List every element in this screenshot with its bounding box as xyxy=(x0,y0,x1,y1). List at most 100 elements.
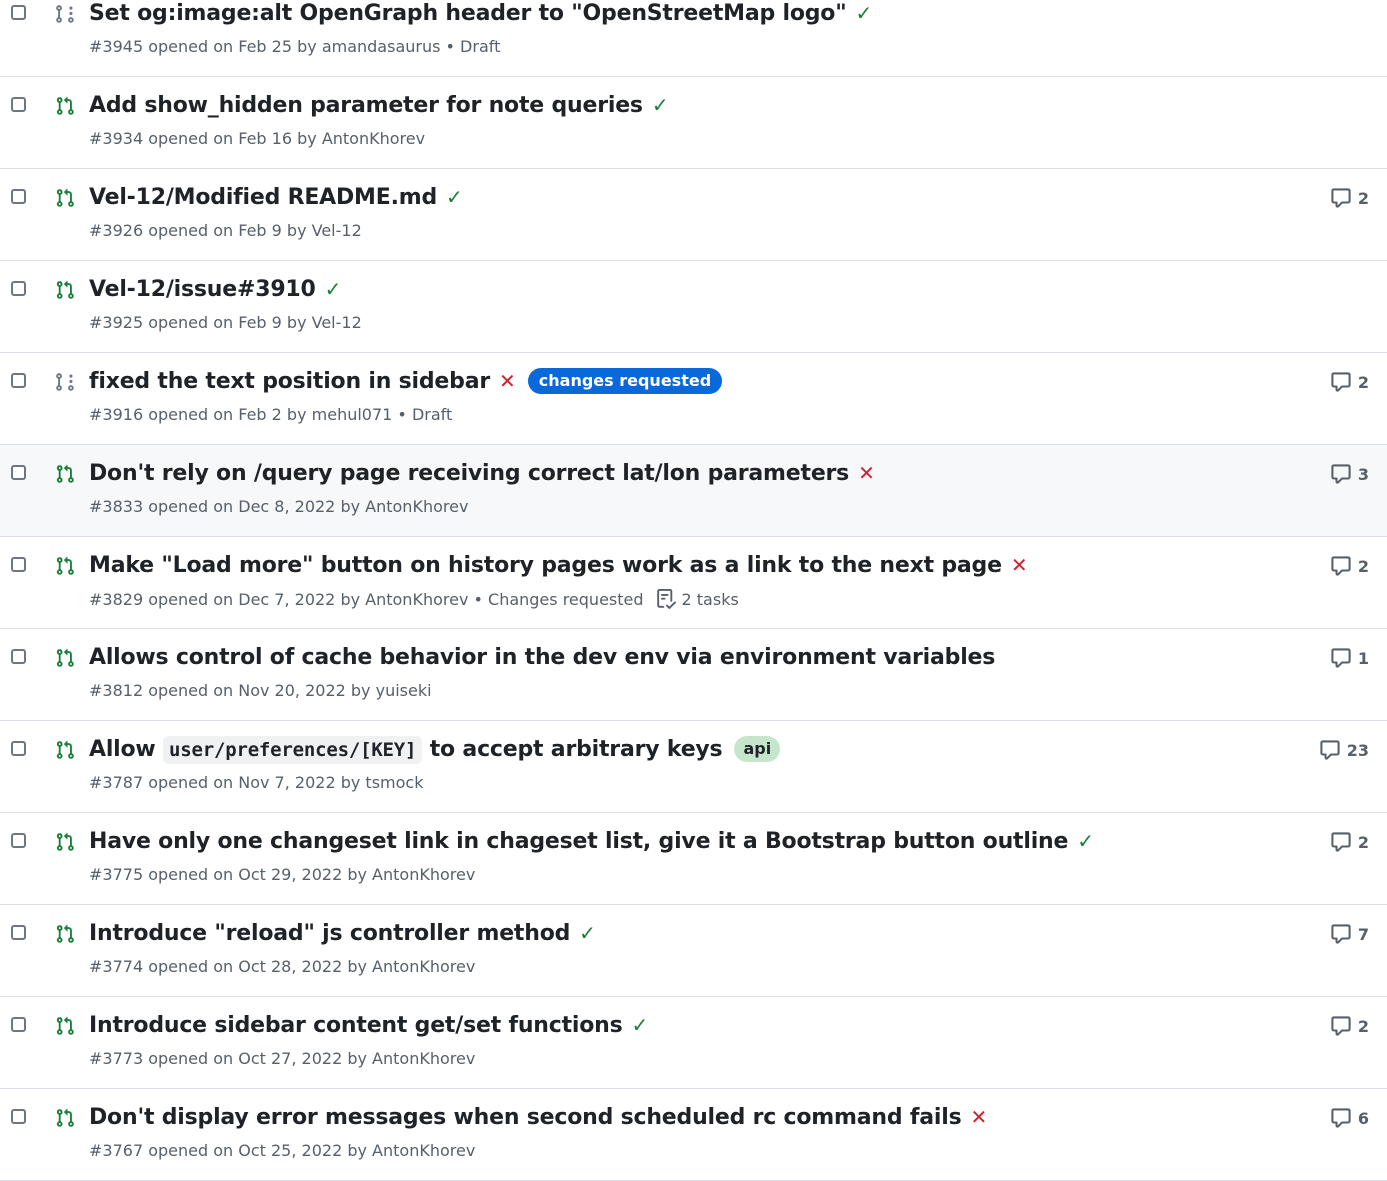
select-checkbox[interactable] xyxy=(11,741,26,756)
pr-meta: #3926 opened on Feb 9 by Vel-12 xyxy=(89,221,362,240)
pr-title-link[interactable]: Have only one changeset link in chageset… xyxy=(89,829,1068,854)
pr-meta-text: #3916 opened on Feb 2 by mehul071 • Draf… xyxy=(89,405,453,424)
comments-link[interactable]: 2 xyxy=(1330,1015,1369,1037)
title-text: Allow xyxy=(89,736,164,762)
check-failure-icon[interactable]: ✕ xyxy=(499,371,516,391)
pr-title-link[interactable]: Add show_hidden parameter for note queri… xyxy=(89,93,643,118)
select-checkbox[interactable] xyxy=(11,281,26,296)
pr-meta-text: #3787 opened on Nov 7, 2022 by tsmock xyxy=(89,773,424,792)
comment-icon xyxy=(1331,924,1351,944)
check-success-icon[interactable]: ✓ xyxy=(652,95,669,115)
pr-row[interactable]: Allow user/preferences/[KEY] to accept a… xyxy=(0,721,1387,813)
pr-row[interactable]: Don't display error messages when second… xyxy=(0,1089,1387,1181)
git-pull-request-icon xyxy=(56,96,74,115)
checklist-icon xyxy=(656,589,676,609)
pr-meta: #3767 opened on Oct 25, 2022 by AntonKho… xyxy=(89,1141,475,1160)
pr-meta: #3773 opened on Oct 27, 2022 by AntonKho… xyxy=(89,1049,475,1068)
check-success-icon[interactable]: ✓ xyxy=(855,3,872,23)
pr-meta-text: #3934 opened on Feb 16 by AntonKhorev xyxy=(89,129,426,148)
git-pull-request-icon xyxy=(56,1016,74,1035)
comments-link[interactable]: 23 xyxy=(1319,739,1369,761)
pr-meta-text: #3773 opened on Oct 27, 2022 by AntonKho… xyxy=(89,1049,476,1068)
pr-meta-text: #3767 opened on Oct 25, 2022 by AntonKho… xyxy=(89,1141,476,1160)
pr-title-link[interactable]: Allow user/preferences/[KEY] to accept a… xyxy=(89,735,723,764)
pr-row[interactable]: Make "Load more" button on history pages… xyxy=(0,537,1387,629)
label-api[interactable]: api xyxy=(734,736,781,762)
select-checkbox[interactable] xyxy=(11,97,26,112)
comment-count: 2 xyxy=(1357,1016,1369,1036)
comments-link[interactable]: 2 xyxy=(1330,831,1369,853)
pr-title-link[interactable]: Set og:image:alt OpenGraph header to "Op… xyxy=(89,1,847,26)
pr-meta: #3774 opened on Oct 28, 2022 by AntonKho… xyxy=(89,957,475,976)
pr-title-link[interactable]: Introduce "reload" js controller method xyxy=(89,921,570,946)
comment-icon xyxy=(1331,372,1351,392)
pr-meta: #3945 opened on Feb 25 by amandasaurus •… xyxy=(89,37,500,56)
pr-row[interactable]: Allows control of cache behavior in the … xyxy=(0,629,1387,721)
select-checkbox[interactable] xyxy=(11,373,26,388)
check-failure-icon[interactable]: ✕ xyxy=(970,1107,987,1127)
pr-row[interactable]: Have only one changeset link in chageset… xyxy=(0,813,1387,905)
pr-row[interactable]: Set og:image:alt OpenGraph header to "Op… xyxy=(0,0,1387,77)
comment-count: 3 xyxy=(1357,464,1369,484)
check-failure-icon[interactable]: ✕ xyxy=(858,463,875,483)
comments-link[interactable]: 3 xyxy=(1330,463,1369,485)
git-pull-request-icon xyxy=(56,464,74,483)
pr-title-link[interactable]: Introduce sidebar content get/set functi… xyxy=(89,1013,623,1038)
pr-row[interactable]: fixed the text position in sidebar ✕ cha… xyxy=(0,353,1387,445)
comments-link[interactable]: 2 xyxy=(1330,371,1369,393)
git-pull-request-draft-icon xyxy=(56,373,74,391)
pr-row[interactable]: Vel-12/Modified README.md ✓ #3926 opened… xyxy=(0,169,1387,261)
comment-icon xyxy=(1331,832,1351,852)
pr-row[interactable]: Introduce "reload" js controller method … xyxy=(0,905,1387,997)
comments-link[interactable]: 2 xyxy=(1330,555,1369,577)
pr-meta-text: #3812 opened on Nov 20, 2022 by yuiseki xyxy=(89,681,432,700)
pr-title-link[interactable]: Don't display error messages when second… xyxy=(89,1105,962,1130)
pr-title-link[interactable]: Vel-12/issue#3910 xyxy=(89,277,316,302)
check-success-icon[interactable]: ✓ xyxy=(632,1015,649,1035)
label-changes-requested[interactable]: changes requested xyxy=(527,368,723,394)
comment-count: 7 xyxy=(1357,924,1369,944)
pr-row[interactable]: Don't rely on /query page receiving corr… xyxy=(0,445,1387,537)
select-checkbox[interactable] xyxy=(11,1017,26,1032)
select-checkbox[interactable] xyxy=(11,1109,26,1124)
select-checkbox[interactable] xyxy=(11,649,26,664)
select-checkbox[interactable] xyxy=(11,5,26,20)
git-pull-request-icon xyxy=(56,188,74,207)
comments-link[interactable]: 7 xyxy=(1330,923,1369,945)
pr-title-link[interactable]: Make "Load more" button on history pages… xyxy=(89,553,1002,578)
comment-count: 2 xyxy=(1357,188,1369,208)
pr-meta: #3787 opened on Nov 7, 2022 by tsmock xyxy=(89,773,423,792)
select-checkbox[interactable] xyxy=(11,465,26,480)
git-pull-request-icon xyxy=(56,556,74,575)
git-pull-request-icon xyxy=(56,280,74,299)
select-checkbox[interactable] xyxy=(11,189,26,204)
git-pull-request-icon xyxy=(56,1108,74,1127)
select-checkbox[interactable] xyxy=(11,557,26,572)
git-pull-request-icon xyxy=(56,740,74,759)
select-checkbox[interactable] xyxy=(11,925,26,940)
comment-icon xyxy=(1331,556,1351,576)
git-pull-request-icon xyxy=(56,832,74,851)
pull-request-list: Set og:image:alt OpenGraph header to "Op… xyxy=(0,0,1387,1181)
select-checkbox[interactable] xyxy=(11,833,26,848)
check-success-icon[interactable]: ✓ xyxy=(579,923,596,943)
comments-link[interactable]: 6 xyxy=(1330,1107,1369,1129)
title-text: to accept arbitrary keys xyxy=(422,736,723,762)
check-success-icon[interactable]: ✓ xyxy=(446,187,463,207)
pr-title-link[interactable]: Vel-12/Modified README.md xyxy=(89,185,437,210)
pr-row[interactable]: Introduce sidebar content get/set functi… xyxy=(0,997,1387,1089)
comment-icon xyxy=(1320,740,1340,760)
pr-title-link[interactable]: Don't rely on /query page receiving corr… xyxy=(89,461,849,486)
comments-link[interactable]: 1 xyxy=(1330,647,1369,669)
check-success-icon[interactable]: ✓ xyxy=(325,279,342,299)
pr-title-link[interactable]: fixed the text position in sidebar xyxy=(89,369,490,394)
comments-link[interactable]: 2 xyxy=(1330,187,1369,209)
check-failure-icon[interactable]: ✕ xyxy=(1011,555,1028,575)
pr-meta: #3925 opened on Feb 9 by Vel-12 xyxy=(89,313,362,332)
tasks-count[interactable]: 2 tasks xyxy=(682,590,739,609)
check-success-icon[interactable]: ✓ xyxy=(1077,831,1094,851)
pr-row[interactable]: Vel-12/issue#3910 ✓ #3925 opened on Feb … xyxy=(0,261,1387,353)
pr-row[interactable]: Add show_hidden parameter for note queri… xyxy=(0,77,1387,169)
comment-count: 2 xyxy=(1357,372,1369,392)
pr-title-link[interactable]: Allows control of cache behavior in the … xyxy=(89,645,995,670)
